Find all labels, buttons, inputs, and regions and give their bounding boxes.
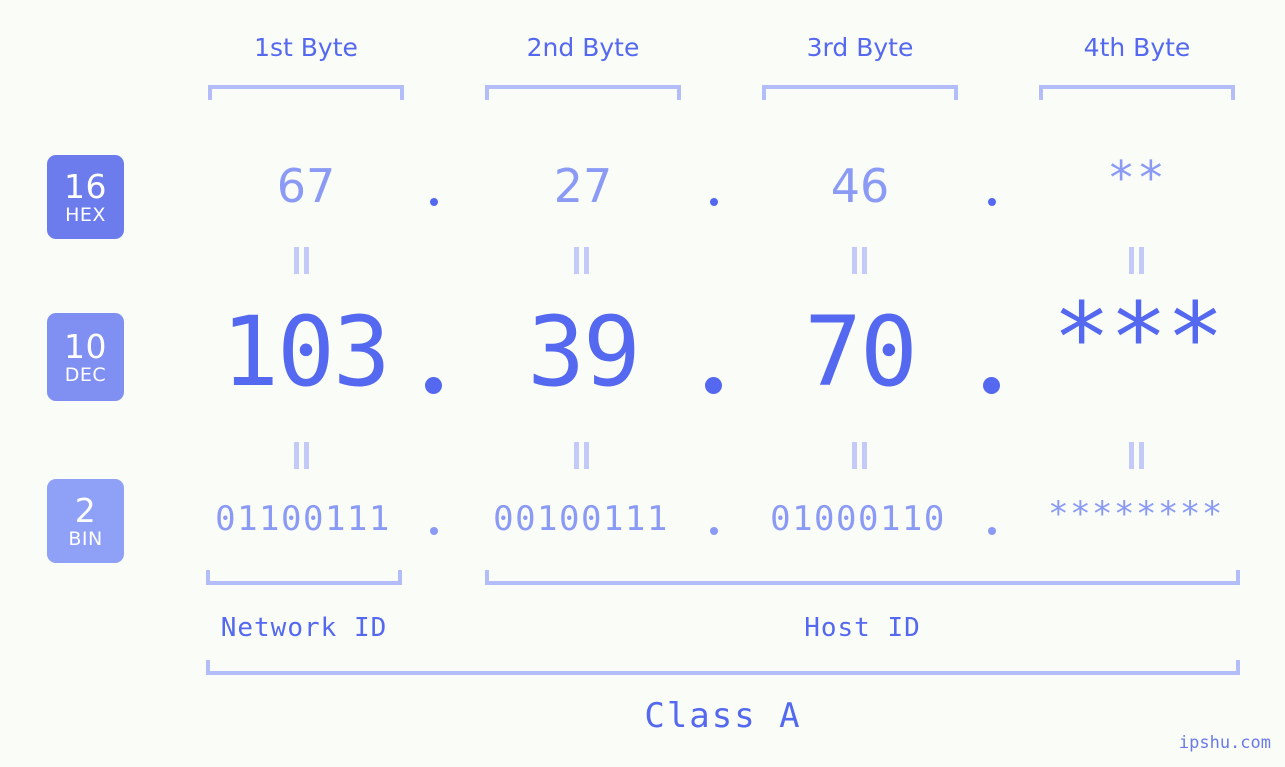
equality-mark-hex-dec-1: [293, 247, 310, 274]
byte-bracket-2: [485, 85, 681, 100]
dec-dot-2: [705, 377, 722, 394]
host-id-label: Host ID: [804, 613, 921, 643]
dec-byte-2: 39: [527, 296, 641, 408]
bin-dot-1: [430, 527, 438, 535]
byte-bracket-3: [762, 85, 958, 100]
byte-header-1: 1st Byte: [254, 33, 358, 62]
bin-dot-2: [710, 527, 718, 535]
bin-byte-3: 01000110: [770, 499, 946, 539]
base-badge-dec-number: 10: [64, 326, 107, 366]
bin-byte-4: ********: [1048, 494, 1224, 534]
class-bracket: [206, 660, 1240, 675]
base-badge-bin: 2 BIN: [47, 479, 124, 563]
equality-mark-hex-dec-4: [1128, 247, 1145, 274]
base-badge-hex: 16 HEX: [47, 155, 124, 239]
site-watermark: ipshu.com: [1178, 733, 1271, 753]
equality-mark-dec-bin-1: [293, 442, 310, 469]
hex-dot-2: [710, 198, 718, 206]
network-id-label: Network ID: [220, 613, 388, 643]
hex-byte-2: 27: [553, 159, 613, 213]
equality-mark-hex-dec-2: [573, 247, 590, 274]
base-badge-dec: 10 DEC: [47, 313, 124, 401]
hex-byte-3: 46: [830, 159, 890, 213]
hex-byte-1: 67: [276, 159, 336, 213]
bin-byte-1: 01100111: [215, 499, 391, 539]
dec-byte-1: 103: [221, 296, 390, 408]
bin-byte-2: 00100111: [493, 499, 669, 539]
host-id-bracket: [485, 570, 1240, 585]
base-badge-bin-number: 2: [74, 490, 97, 530]
hex-dot-1: [430, 198, 438, 206]
dec-dot-1: [425, 377, 442, 394]
dec-dot-3: [983, 377, 1000, 394]
dec-byte-4: ***: [1052, 282, 1224, 394]
base-badge-hex-number: 16: [64, 166, 107, 206]
byte-header-2: 2nd Byte: [526, 33, 640, 62]
byte-header-3: 3rd Byte: [806, 33, 914, 62]
ip-address-breakdown-diagram: 1st Byte 2nd Byte 3rd Byte 4th Byte 16 H…: [0, 0, 1285, 767]
network-id-bracket: [206, 570, 402, 585]
byte-bracket-4: [1039, 85, 1235, 100]
base-badge-dec-name: DEC: [64, 363, 107, 386]
byte-header-4: 4th Byte: [1083, 33, 1191, 62]
hex-byte-4: **: [1107, 151, 1167, 205]
byte-bracket-1: [208, 85, 404, 100]
hex-dot-3: [988, 198, 996, 206]
base-badge-bin-name: BIN: [68, 527, 103, 550]
equality-mark-hex-dec-3: [851, 247, 868, 274]
equality-mark-dec-bin-4: [1128, 442, 1145, 469]
equality-mark-dec-bin-2: [573, 442, 590, 469]
class-label: Class A: [644, 696, 802, 736]
equality-mark-dec-bin-3: [851, 442, 868, 469]
base-badge-hex-name: HEX: [65, 203, 106, 226]
bin-dot-3: [988, 527, 996, 535]
dec-byte-3: 70: [804, 296, 918, 408]
